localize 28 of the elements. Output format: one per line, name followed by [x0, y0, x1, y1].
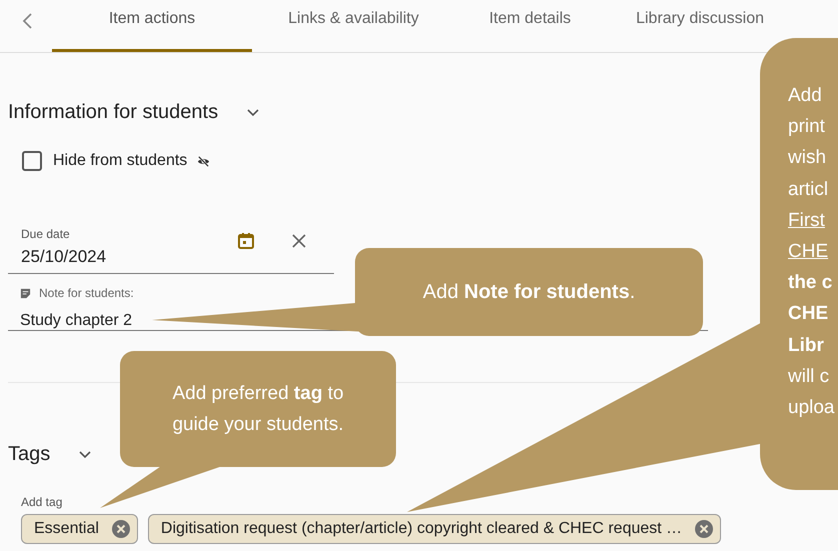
section-heading: Tags: [8, 442, 50, 467]
field-label: Add tag: [21, 494, 62, 511]
callout-text: Add: [788, 84, 822, 108]
callout-text: CHE: [788, 302, 828, 326]
tag-chip[interactable]: Essential: [21, 514, 138, 544]
callout: Add Note for students.: [355, 248, 703, 336]
callout-text: Libr: [788, 334, 824, 358]
tab[interactable]: Item actions: [52, 0, 252, 52]
hidden-eye-icon: [197, 154, 210, 168]
callout-text: print: [788, 115, 825, 140]
section-heading: Information for students: [8, 100, 218, 125]
callout-text: uploa: [788, 396, 834, 420]
clear-icon[interactable]: [292, 234, 306, 248]
callout-text: will c: [788, 364, 830, 389]
note-icon: [20, 288, 31, 298]
remove-icon[interactable]: [694, 519, 714, 539]
callout-text: articl: [788, 178, 828, 202]
callout-text: wish: [788, 146, 826, 170]
remove-icon[interactable]: [110, 519, 131, 539]
tab[interactable]: Item details: [455, 0, 605, 52]
tab[interactable]: Links & availability: [252, 0, 455, 52]
checkbox[interactable]: [22, 151, 42, 171]
note-field[interactable]: Note for students: Study chapter 2: [8, 275, 154, 331]
callout-text: the c: [788, 271, 832, 296]
calendar-icon[interactable]: [237, 232, 255, 250]
tag-chip[interactable]: Digitisation request (chapter/article) copyright cleared & CHEC request …: [148, 514, 722, 544]
checkbox-label: Hide from students: [53, 151, 188, 171]
tab[interactable]: Library discussion: [605, 0, 795, 52]
